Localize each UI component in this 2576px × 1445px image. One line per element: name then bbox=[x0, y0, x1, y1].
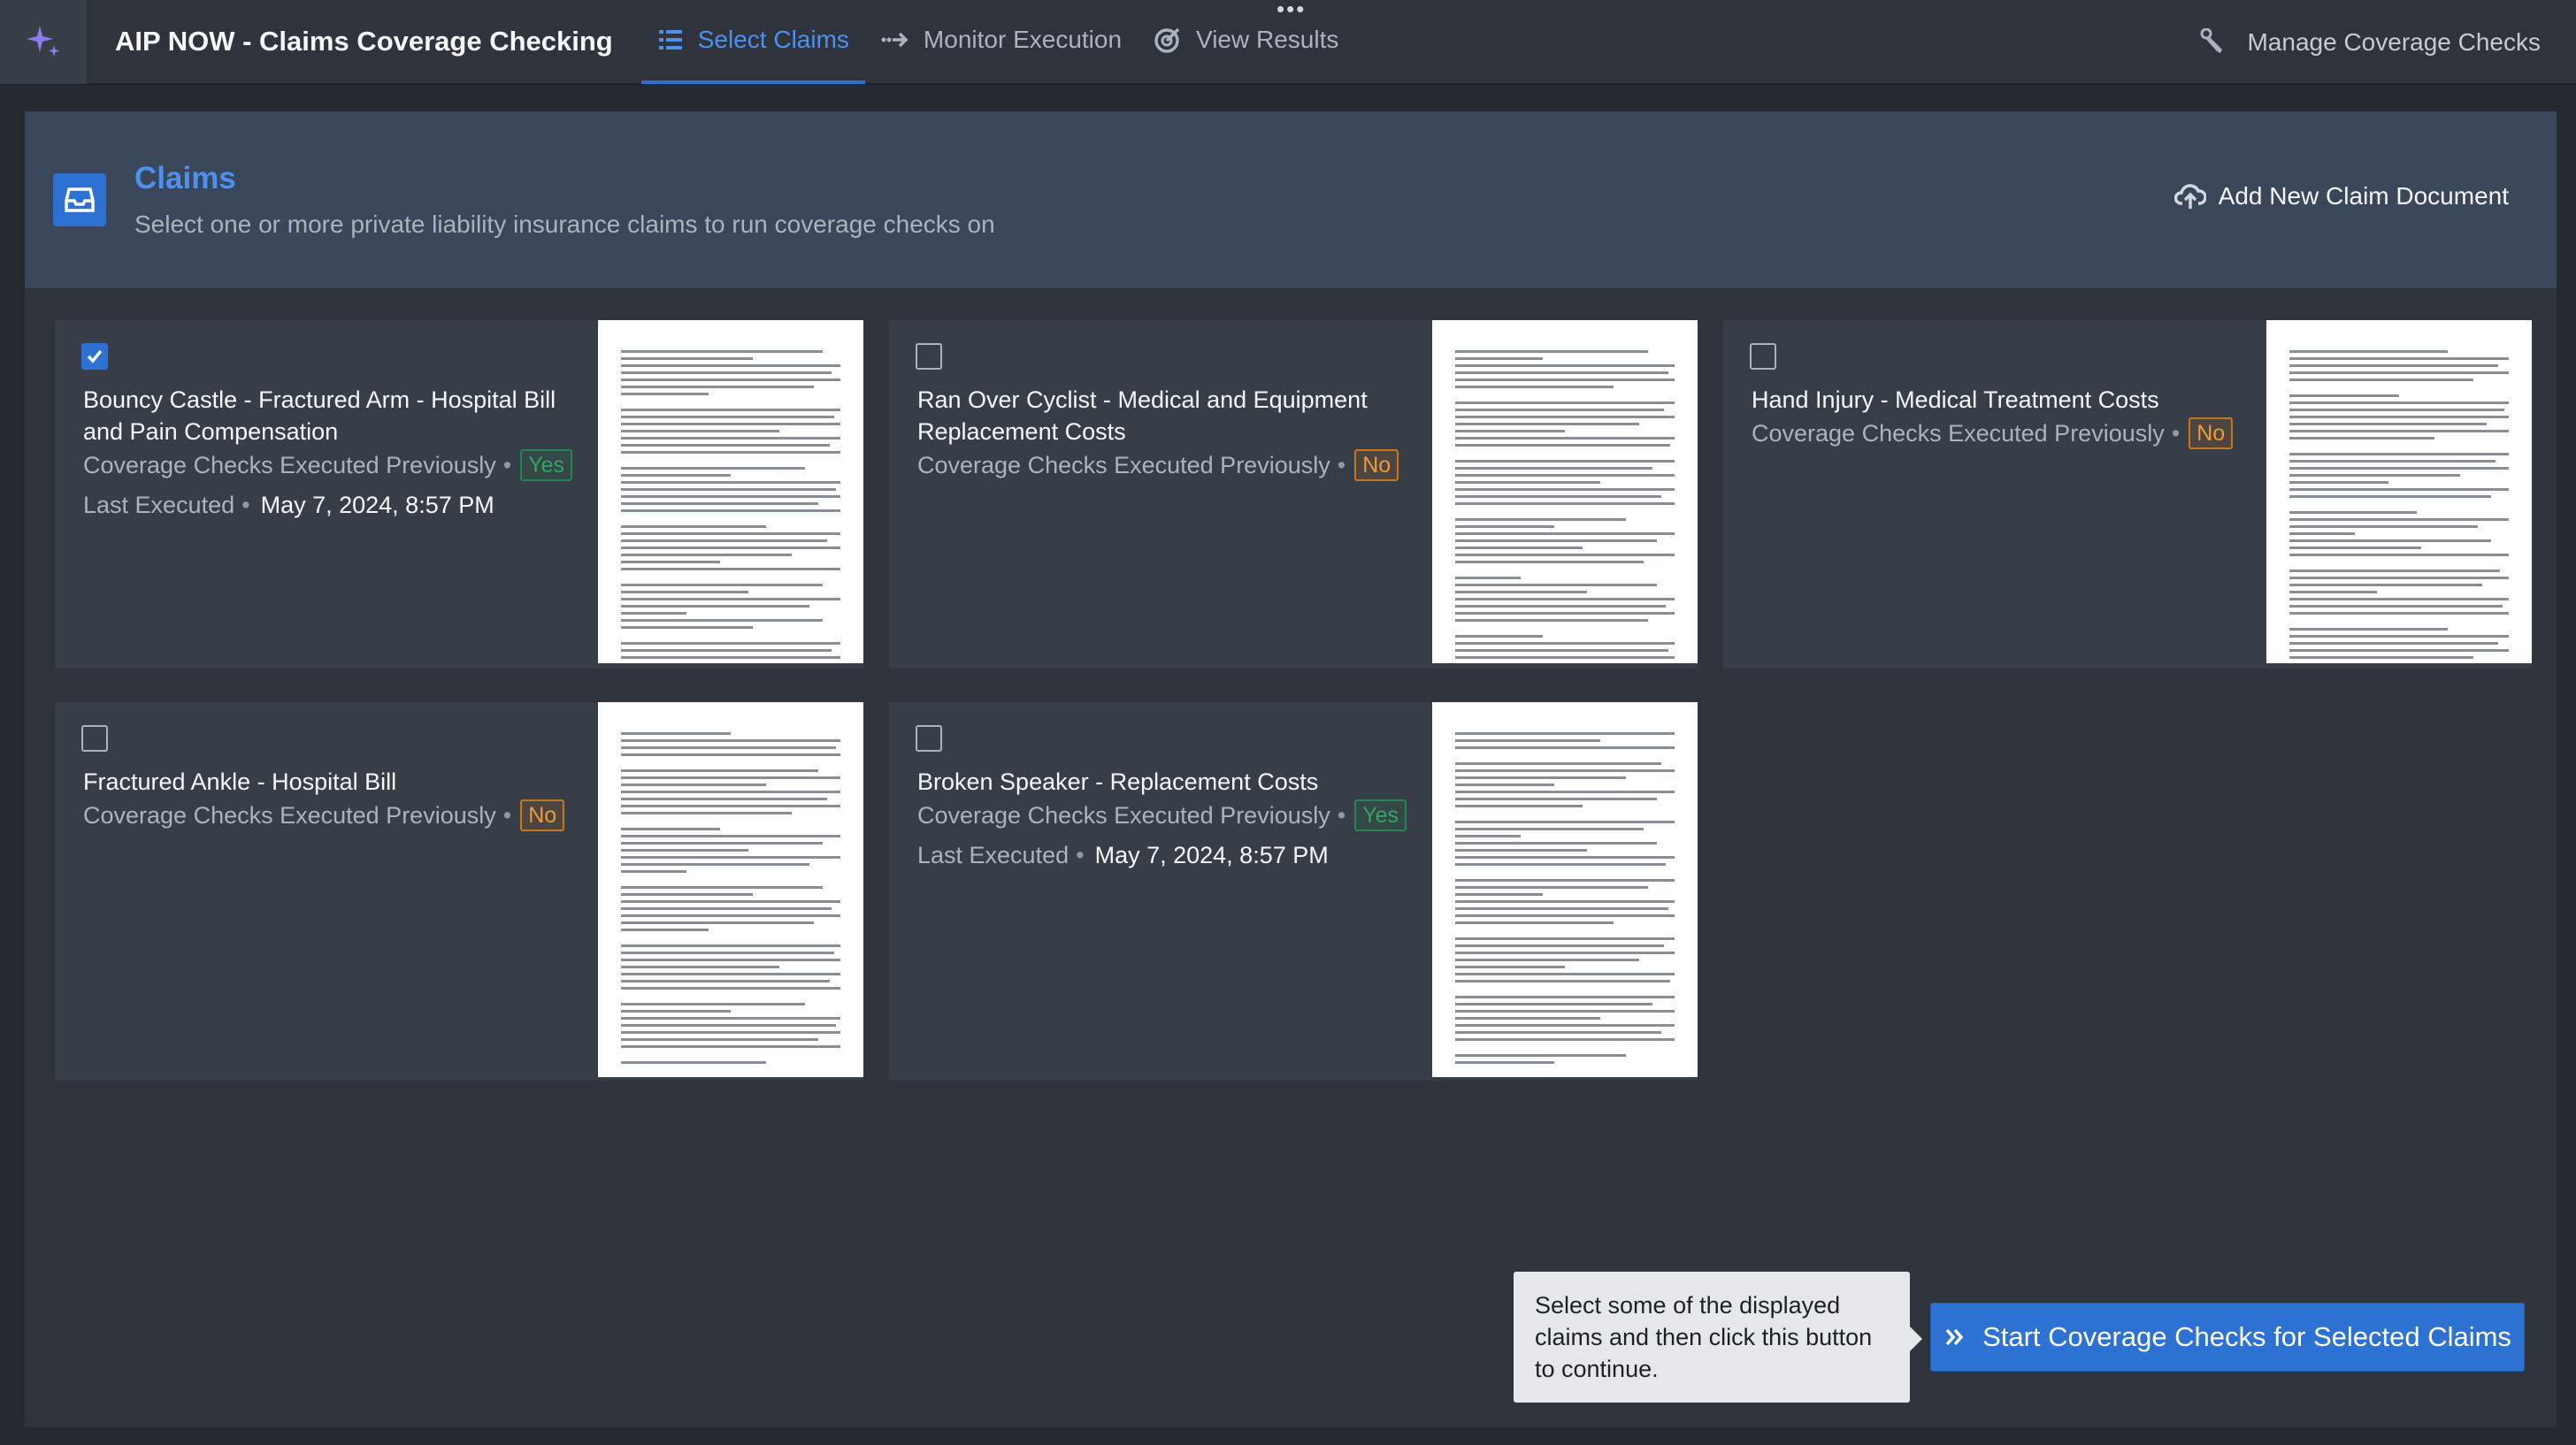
executed-label: Coverage Checks Executed Previously bbox=[917, 801, 1330, 829]
help-tooltip: Select some of the displayed claims and … bbox=[1514, 1272, 1922, 1403]
last-executed-row: Last Executed • May 7, 2024, 8:57 PM bbox=[83, 492, 494, 518]
claim-document-thumbnail[interactable] bbox=[598, 702, 863, 1077]
claim-title: Bouncy Castle - Fractured Arm - Hospital… bbox=[83, 386, 556, 445]
executed-label: Coverage Checks Executed Previously bbox=[1752, 419, 2165, 447]
last-executed-value: May 7, 2024, 8:57 PM bbox=[260, 492, 494, 518]
add-doc-label: Add New Claim Document bbox=[2218, 182, 2509, 210]
status-badge: Yes bbox=[1354, 799, 1407, 831]
claim-card[interactable]: Broken Speaker - Replacement Costs Cover… bbox=[889, 702, 1698, 1081]
claim-card[interactable]: Fractured Ankle - Hospital Bill Coverage… bbox=[55, 702, 863, 1081]
claim-checkbox[interactable] bbox=[916, 343, 942, 370]
check-icon bbox=[87, 349, 103, 363]
more-menu-icon[interactable]: ••• bbox=[1276, 0, 1306, 20]
target-check-icon bbox=[1154, 27, 1180, 53]
last-executed-label: Last Executed bbox=[917, 842, 1070, 868]
claim-title: Broken Speaker - Replacement Costs bbox=[917, 768, 1319, 795]
app-title: AIP NOW - Claims Coverage Checking bbox=[115, 26, 613, 57]
executed-label: Coverage Checks Executed Previously bbox=[83, 801, 496, 829]
manage-coverage-checks-button[interactable]: Manage Coverage Checks bbox=[2199, 0, 2541, 85]
tab-select-claims[interactable]: Select Claims bbox=[640, 0, 865, 84]
tab-label: Select Claims bbox=[697, 26, 849, 53]
last-executed-label: Last Executed bbox=[83, 492, 235, 518]
status-badge: No bbox=[520, 799, 565, 831]
executed-label: Coverage Checks Executed Previously bbox=[83, 451, 496, 478]
double-chevron-right-icon bbox=[1945, 1328, 1964, 1346]
arrow-right-icon bbox=[881, 32, 908, 48]
claim-title: Fractured Ankle - Hospital Bill bbox=[83, 768, 397, 795]
cloud-upload-icon bbox=[2174, 184, 2206, 209]
app-logo[interactable] bbox=[0, 0, 87, 84]
nav-tabs: Select Claims Monitor Execution View Res… bbox=[640, 0, 1355, 84]
tab-monitor-execution[interactable]: Monitor Execution bbox=[865, 0, 1138, 84]
page-title: Claims bbox=[134, 161, 236, 195]
claim-document-thumbnail[interactable] bbox=[598, 320, 863, 663]
manage-label: Manage Coverage Checks bbox=[2247, 28, 2541, 56]
sparkle-icon bbox=[27, 26, 59, 57]
status-badge: Yes bbox=[520, 449, 572, 481]
claim-title: Hand Injury - Medical Treatment Costs bbox=[1752, 386, 2159, 413]
claim-checkbox[interactable] bbox=[81, 725, 108, 752]
claims-header: Claims Select one or more private liabil… bbox=[25, 111, 2557, 288]
add-new-claim-document-button[interactable]: Add New Claim Document bbox=[2174, 182, 2509, 210]
claim-card[interactable]: Hand Injury - Medical Treatment Costs Co… bbox=[1723, 320, 2532, 669]
executed-label: Coverage Checks Executed Previously bbox=[917, 451, 1330, 478]
executed-previously-row: Coverage Checks Executed Previously • No bbox=[83, 799, 565, 831]
claim-document-thumbnail[interactable] bbox=[1432, 702, 1698, 1077]
list-icon bbox=[658, 30, 682, 50]
page-subtitle: Select one or more private liability ins… bbox=[134, 210, 995, 238]
claim-checkbox[interactable] bbox=[916, 725, 942, 752]
status-badge: No bbox=[2189, 417, 2234, 449]
executed-previously-row: Coverage Checks Executed Previously • Ye… bbox=[83, 449, 572, 481]
claim-title: Ran Over Cyclist - Medical and Equipment… bbox=[917, 386, 1368, 445]
tab-label: View Results bbox=[1196, 26, 1339, 53]
claim-card[interactable]: Ran Over Cyclist - Medical and Equipment… bbox=[889, 320, 1698, 669]
claims-panel: Claims Select one or more private liabil… bbox=[25, 111, 2557, 1427]
tab-label: Monitor Execution bbox=[923, 26, 1123, 53]
last-executed-row: Last Executed • May 7, 2024, 8:57 PM bbox=[917, 842, 1329, 868]
status-badge: No bbox=[1354, 449, 1399, 481]
claim-checkbox[interactable] bbox=[1750, 343, 1776, 370]
inbox-icon bbox=[53, 173, 106, 226]
claim-card[interactable]: Bouncy Castle - Fractured Arm - Hospital… bbox=[55, 320, 863, 669]
claim-document-thumbnail[interactable] bbox=[1432, 320, 1698, 663]
executed-previously-row: Coverage Checks Executed Previously • No bbox=[917, 449, 1399, 481]
tab-view-results[interactable]: View Results bbox=[1138, 0, 1354, 84]
start-coverage-checks-button[interactable]: Start Coverage Checks for Selected Claim… bbox=[1930, 1303, 2525, 1372]
wrench-icon bbox=[2200, 28, 2223, 53]
executed-previously-row: Coverage Checks Executed Previously • No bbox=[1752, 417, 2234, 449]
claim-document-thumbnail[interactable] bbox=[2266, 320, 2532, 663]
last-executed-value: May 7, 2024, 8:57 PM bbox=[1094, 842, 1329, 868]
executed-previously-row: Coverage Checks Executed Previously • Ye… bbox=[917, 799, 1407, 831]
top-bar: AIP NOW - Claims Coverage Checking Selec… bbox=[0, 0, 2576, 85]
start-button-label: Start Coverage Checks for Selected Claim… bbox=[1982, 1321, 2511, 1352]
claim-checkbox[interactable] bbox=[81, 343, 108, 370]
